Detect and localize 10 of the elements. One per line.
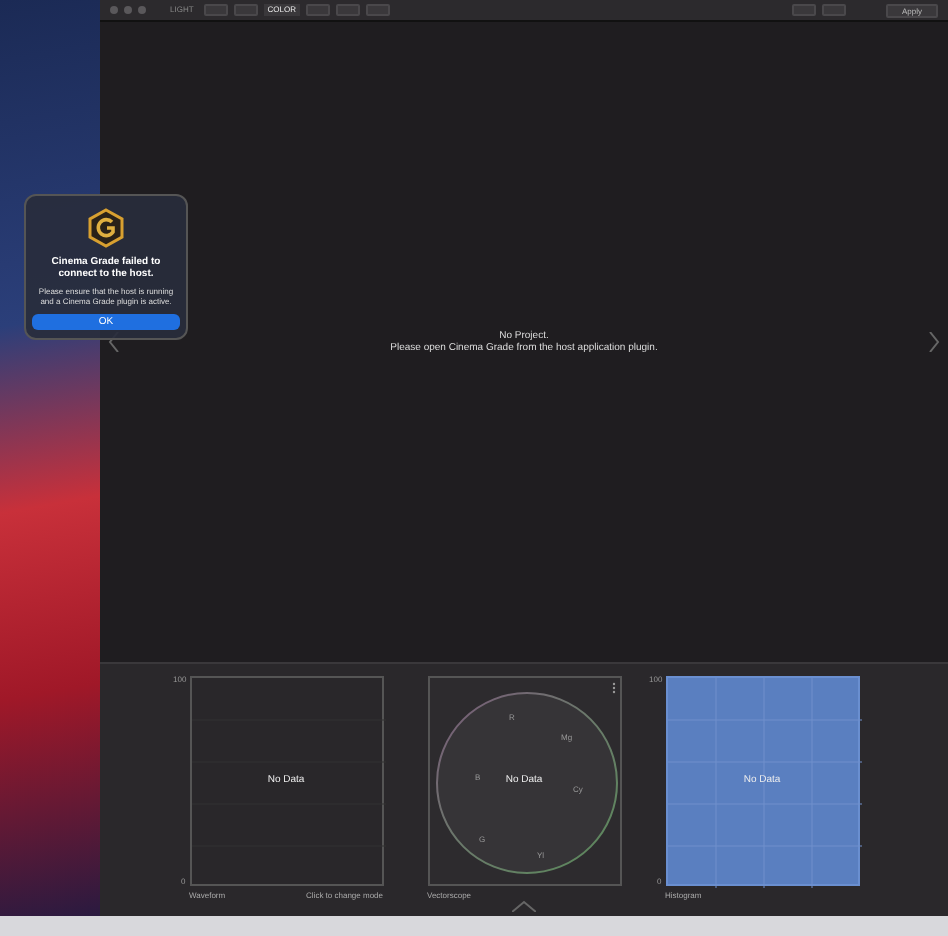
toolbar-button[interactable] (336, 4, 361, 16)
toolbar-button[interactable] (366, 4, 391, 16)
chevron-right-icon[interactable] (927, 332, 940, 352)
app-logo-icon (88, 208, 124, 248)
toolbar-button[interactable] (233, 4, 258, 16)
toolbar-button[interactable] (203, 4, 228, 16)
toolbar-button[interactable] (306, 4, 331, 16)
chevron-up-icon[interactable] (512, 900, 536, 912)
toolbar-button[interactable] (791, 4, 816, 16)
toolbar-button[interactable] (821, 4, 846, 16)
